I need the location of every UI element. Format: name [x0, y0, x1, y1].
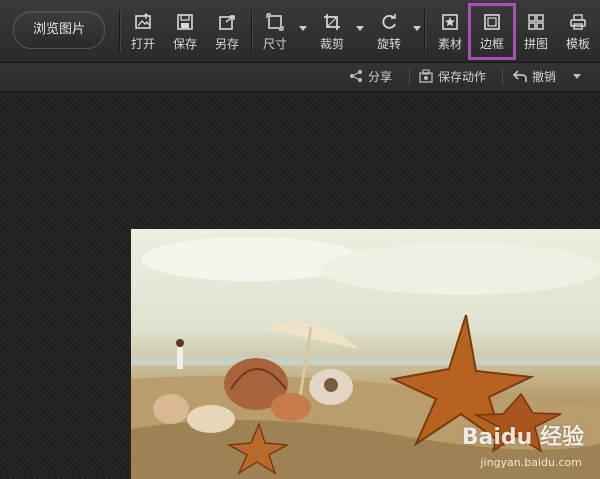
puzzle-grid-icon — [514, 10, 558, 32]
share-icon — [350, 70, 362, 82]
template-button[interactable]: 模板 — [556, 10, 600, 54]
save-action-icon — [419, 69, 433, 83]
save-action-label: 保存动作 — [438, 70, 487, 84]
toolbar-separator — [424, 10, 426, 52]
save-button[interactable]: 保存 — [163, 10, 207, 54]
baidu-watermark: Baidu 经验 — [461, 425, 584, 450]
undo-button[interactable]: 撤销 — [512, 68, 557, 86]
resize-button[interactable]: 尺寸 — [253, 10, 297, 54]
crop-button[interactable]: 裁剪 — [310, 10, 354, 54]
open-button[interactable]: 打开 — [121, 10, 165, 54]
resize-icon — [253, 10, 297, 32]
main-toolbar: 浏览图片 打开 保存 另存 尺寸 裁剪 旋转 素材 边框 拼图 模板 — [0, 0, 600, 63]
share-label: 分享 — [368, 70, 393, 84]
border-button-highlight — [468, 3, 516, 60]
star-material-icon — [428, 10, 472, 32]
open-image-icon — [121, 10, 165, 32]
rotate-dropdown-caret[interactable] — [413, 26, 421, 31]
rotate-button[interactable]: 旋转 — [367, 10, 411, 54]
save-disk-icon — [163, 10, 207, 32]
rotate-icon — [367, 10, 411, 32]
undo-dropdown-caret[interactable] — [573, 74, 581, 79]
share-button[interactable]: 分享 — [349, 68, 392, 86]
resize-dropdown-caret[interactable] — [299, 26, 307, 31]
baidu-watermark-url: jingyan.baidu.com — [480, 456, 582, 469]
save-as-button[interactable]: 另存 — [205, 10, 249, 54]
browse-images-button[interactable]: 浏览图片 — [13, 11, 105, 49]
subbar-separator — [502, 69, 503, 85]
template-print-icon — [556, 10, 600, 32]
beach-photo[interactable]: Baidu 经验 jingyan.baidu.com — [131, 229, 600, 479]
undo-arrow-icon — [512, 70, 527, 82]
save-action-button[interactable]: 保存动作 — [419, 68, 486, 86]
crop-dropdown-caret[interactable] — [356, 26, 364, 31]
crop-icon — [310, 10, 354, 32]
collage-button[interactable]: 拼图 — [514, 10, 558, 54]
secondary-toolbar: 分享 保存动作 撤销 — [0, 63, 600, 92]
material-button[interactable]: 素材 — [428, 10, 472, 54]
undo-label: 撤销 — [532, 70, 557, 84]
save-as-icon — [205, 10, 249, 32]
subbar-separator — [409, 69, 410, 85]
